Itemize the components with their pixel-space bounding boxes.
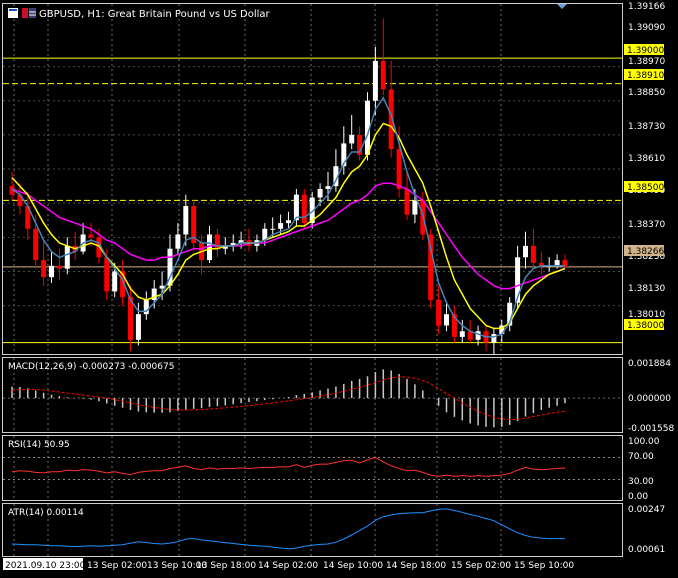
candle-body[interactable] <box>293 194 299 221</box>
level-label: 1.38000 <box>627 321 664 331</box>
candle-body[interactable] <box>380 60 386 90</box>
level-label: 1.38910 <box>627 71 664 81</box>
symbol-title: GBPUSD, H1: Great Britain Pound vs US Do… <box>39 9 271 20</box>
candle-body[interactable] <box>523 245 528 258</box>
time-tick: 2021.09.10 23:00 <box>5 561 86 571</box>
level-label: 1.38500 <box>627 183 664 193</box>
rsi-line <box>11 456 566 477</box>
candle-body[interactable] <box>175 234 181 249</box>
candle-body[interactable] <box>372 60 378 101</box>
candle-body[interactable] <box>317 188 323 198</box>
candle-body[interactable] <box>270 228 276 230</box>
candle-body[interactable] <box>88 234 94 238</box>
atr-axis-tick: 0.00247 <box>628 505 665 515</box>
candle-body[interactable] <box>444 314 449 326</box>
atr-line <box>11 508 565 550</box>
candle-body[interactable] <box>56 265 62 269</box>
candle-body[interactable] <box>491 334 497 343</box>
main-pane-border <box>2 3 623 355</box>
candle-body[interactable] <box>349 134 355 144</box>
time-tick: 14 Sep 10:00 <box>323 561 383 571</box>
macd-axis-tick: 0.001884 <box>628 359 671 369</box>
rsi-axis-tick: 0.00 <box>628 492 648 502</box>
candle-body[interactable] <box>49 265 54 278</box>
price-tick: 1.38010 <box>628 310 665 320</box>
rsi-axis-tick: 30.00 <box>628 477 654 487</box>
candle-body[interactable] <box>278 223 284 229</box>
candle-body[interactable] <box>436 299 442 326</box>
price-tick: 1.39090 <box>628 23 665 33</box>
macd-axis-tick: -0.001558 <box>628 424 674 434</box>
atr-axis-tick: 0.00061 <box>628 545 665 555</box>
time-tick: 14 Sep 18:00 <box>386 561 446 571</box>
uk-flag-icon <box>22 8 28 18</box>
candle-body[interactable] <box>301 194 307 224</box>
macd-indicator <box>3 369 622 428</box>
candle-body[interactable] <box>554 260 560 266</box>
time-tick: 14 Sep 02:00 <box>258 561 318 571</box>
candle-body[interactable] <box>64 245 70 269</box>
time-tick: 15 Sep 02:00 <box>451 561 511 571</box>
price-tick: 1.38730 <box>628 122 665 132</box>
candle-body[interactable] <box>396 149 402 189</box>
ma-slow-line <box>11 182 566 290</box>
macd-label: MACD(12,26,9) -0.000273 -0.000675 <box>8 362 174 372</box>
candle-body[interactable] <box>112 271 118 292</box>
atr-pane-border <box>2 503 623 557</box>
rsi-axis-tick: 100.00 <box>628 437 660 447</box>
price-tick: 1.38850 <box>628 88 665 98</box>
candle-body[interactable] <box>33 228 39 261</box>
candle-body[interactable] <box>286 220 291 224</box>
level-label: 1.39000 <box>627 46 664 56</box>
atr-indicator <box>11 508 565 550</box>
candle-body[interactable] <box>183 206 189 235</box>
time-tick: 13 Sep 18:00 <box>196 561 256 571</box>
macd-axis-tick: 0.000000 <box>628 394 671 404</box>
price-tick: 1.38610 <box>628 154 665 164</box>
current-price-label: 1.38266 <box>627 247 664 257</box>
rsi-axis-tick: 70.00 <box>628 452 654 462</box>
candle-body[interactable] <box>530 245 536 263</box>
one-click-trading-triangle-icon[interactable] <box>557 4 567 9</box>
trading-chart[interactable]: GBPUSD, H1: Great Britain Pound vs US Do… <box>0 0 678 578</box>
time-tick: 13 Sep 02:00 <box>87 561 147 571</box>
time-axis[interactable]: 2021.09.10 23:00 13 Sep 02:00 13 Sep 10:… <box>3 558 574 571</box>
rsi-label: RSI(14) 50.95 <box>8 440 70 450</box>
candle-body[interactable] <box>104 257 110 292</box>
atr-label: ATR(14) 0.00114 <box>8 508 84 518</box>
time-tick: 15 Sep 10:00 <box>514 561 574 571</box>
candle-body[interactable] <box>412 200 418 215</box>
us-flag-icon <box>29 8 36 18</box>
grid-lines <box>3 4 622 556</box>
candle-body[interactable] <box>135 314 141 340</box>
candle-body[interactable] <box>404 188 410 215</box>
candle-body[interactable] <box>41 260 47 278</box>
price-axis[interactable]: 1.39166 1.39090 1.38970 1.38850 1.38730 … <box>624 2 665 331</box>
price-tick: 1.38370 <box>628 220 665 230</box>
candle-body[interactable] <box>459 331 465 337</box>
candle-body[interactable] <box>325 186 331 189</box>
rsi-indicator <box>3 456 622 480</box>
chart-window-icon-bar <box>9 9 17 11</box>
candle-body[interactable] <box>159 285 165 289</box>
symbol-header[interactable]: GBPUSD, H1: Great Britain Pound vs US Do… <box>8 8 271 20</box>
price-tick: 1.38130 <box>628 284 665 294</box>
price-tick: 1.39166 <box>628 2 665 12</box>
price-tick: 1.38970 <box>628 57 665 67</box>
